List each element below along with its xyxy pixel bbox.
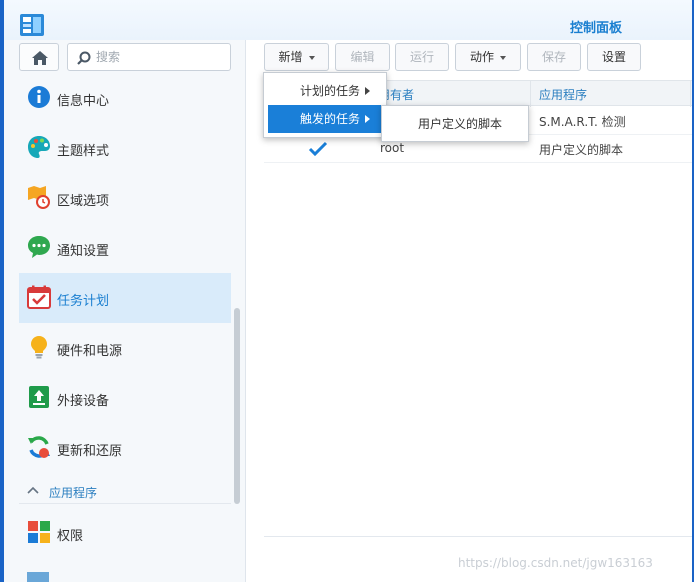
window-title: 控制面板 bbox=[570, 21, 623, 36]
cell-application: 用户定义的脚本 bbox=[539, 143, 624, 157]
refresh-icon bbox=[28, 436, 50, 458]
menu-item-triggered-task[interactable]: 触发的任务 bbox=[268, 105, 382, 133]
create-button[interactable]: 新增 bbox=[264, 43, 329, 71]
chevron-down-icon bbox=[500, 55, 506, 60]
cell-owner: root bbox=[380, 141, 405, 155]
menu-item-label: 触发的任务 bbox=[300, 112, 361, 126]
privileges-icon bbox=[28, 521, 50, 543]
sidebar-item-label: 硬件和电源 bbox=[57, 344, 123, 359]
enabled-checkbox[interactable] bbox=[308, 140, 328, 158]
sidebar: 信息中心 主题样式 区域选项 通知设置 bbox=[4, 40, 246, 582]
triggered-task-submenu: 用户定义的脚本 bbox=[381, 105, 529, 142]
chat-bubble-icon bbox=[28, 236, 50, 258]
section-label: 应用程序 bbox=[49, 486, 98, 500]
home-button[interactable] bbox=[19, 43, 59, 71]
sidebar-item-theme[interactable]: 主题样式 bbox=[19, 123, 231, 173]
next-item-icon-partial bbox=[27, 572, 49, 582]
chevron-right-icon bbox=[365, 87, 370, 95]
sidebar-item-notification[interactable]: 通知设置 bbox=[19, 223, 231, 273]
cell-application: S.M.A.R.T. 检测 bbox=[539, 115, 626, 129]
settings-button[interactable]: 设置 bbox=[587, 43, 641, 71]
edit-button[interactable]: 编辑 bbox=[335, 43, 390, 71]
control-panel-app-icon bbox=[20, 14, 44, 36]
save-button[interactable]: 保存 bbox=[527, 43, 581, 71]
action-button[interactable]: 动作 bbox=[455, 43, 521, 71]
sidebar-item-label: 权限 bbox=[57, 529, 84, 544]
sidebar-item-label: 更新和还原 bbox=[57, 444, 123, 459]
title-bar: 控制面板 bbox=[4, 0, 692, 40]
chevron-right-icon bbox=[365, 115, 370, 123]
sidebar-item-info-center[interactable]: 信息中心 bbox=[19, 73, 231, 123]
sidebar-item-label: 区域选项 bbox=[57, 194, 110, 209]
sidebar-item-hardware-power[interactable]: 硬件和电源 bbox=[19, 323, 231, 373]
lightbulb-icon bbox=[31, 336, 47, 359]
watermark: https://blog.csdn.net/jgw163163 bbox=[458, 556, 653, 570]
sidebar-item-label: 任务计划 bbox=[57, 294, 110, 309]
search-input-wrapper[interactable] bbox=[67, 43, 231, 71]
section-applications-header[interactable]: 应用程序 bbox=[19, 480, 231, 504]
sidebar-item-label: 主题样式 bbox=[57, 144, 110, 159]
menu-item-scheduled-task[interactable]: 计划的任务 bbox=[268, 77, 382, 105]
column-header-application[interactable]: 应用程序 bbox=[539, 86, 587, 103]
sidebar-item-privileges[interactable]: 权限 bbox=[19, 508, 231, 558]
menu-item-label: 计划的任务 bbox=[300, 84, 361, 98]
column-separator bbox=[530, 81, 531, 107]
create-dropdown-menu: 计划的任务 触发的任务 bbox=[263, 72, 387, 138]
search-icon bbox=[77, 51, 91, 65]
sidebar-item-task-scheduler[interactable]: 任务计划 bbox=[19, 273, 231, 323]
home-icon bbox=[32, 51, 48, 65]
search-input[interactable] bbox=[96, 48, 224, 66]
calendar-check-icon bbox=[27, 285, 51, 309]
region-clock-icon bbox=[28, 186, 50, 209]
sidebar-item-label: 通知设置 bbox=[57, 244, 110, 259]
sidebar-item-label: 信息中心 bbox=[57, 94, 110, 109]
external-device-icon bbox=[29, 386, 49, 408]
menu-item-user-defined-script[interactable]: 用户定义的脚本 bbox=[382, 110, 528, 138]
sidebar-item-update-restore[interactable]: 更新和还原 bbox=[19, 423, 231, 473]
create-button-label: 新增 bbox=[278, 50, 303, 64]
sidebar-item-external-devices[interactable]: 外接设备 bbox=[19, 373, 231, 423]
sidebar-scrollbar[interactable] bbox=[234, 308, 240, 504]
sidebar-item-regional[interactable]: 区域选项 bbox=[19, 173, 231, 223]
run-button[interactable]: 运行 bbox=[395, 43, 449, 71]
action-button-label: 动作 bbox=[469, 50, 494, 64]
palette-icon bbox=[28, 136, 50, 158]
column-separator bbox=[690, 81, 691, 107]
grid-footer-divider bbox=[264, 536, 692, 537]
chevron-down-icon bbox=[308, 55, 315, 60]
sidebar-item-label: 外接设备 bbox=[57, 394, 110, 409]
info-icon bbox=[28, 86, 50, 108]
chevron-up-icon bbox=[27, 486, 39, 494]
